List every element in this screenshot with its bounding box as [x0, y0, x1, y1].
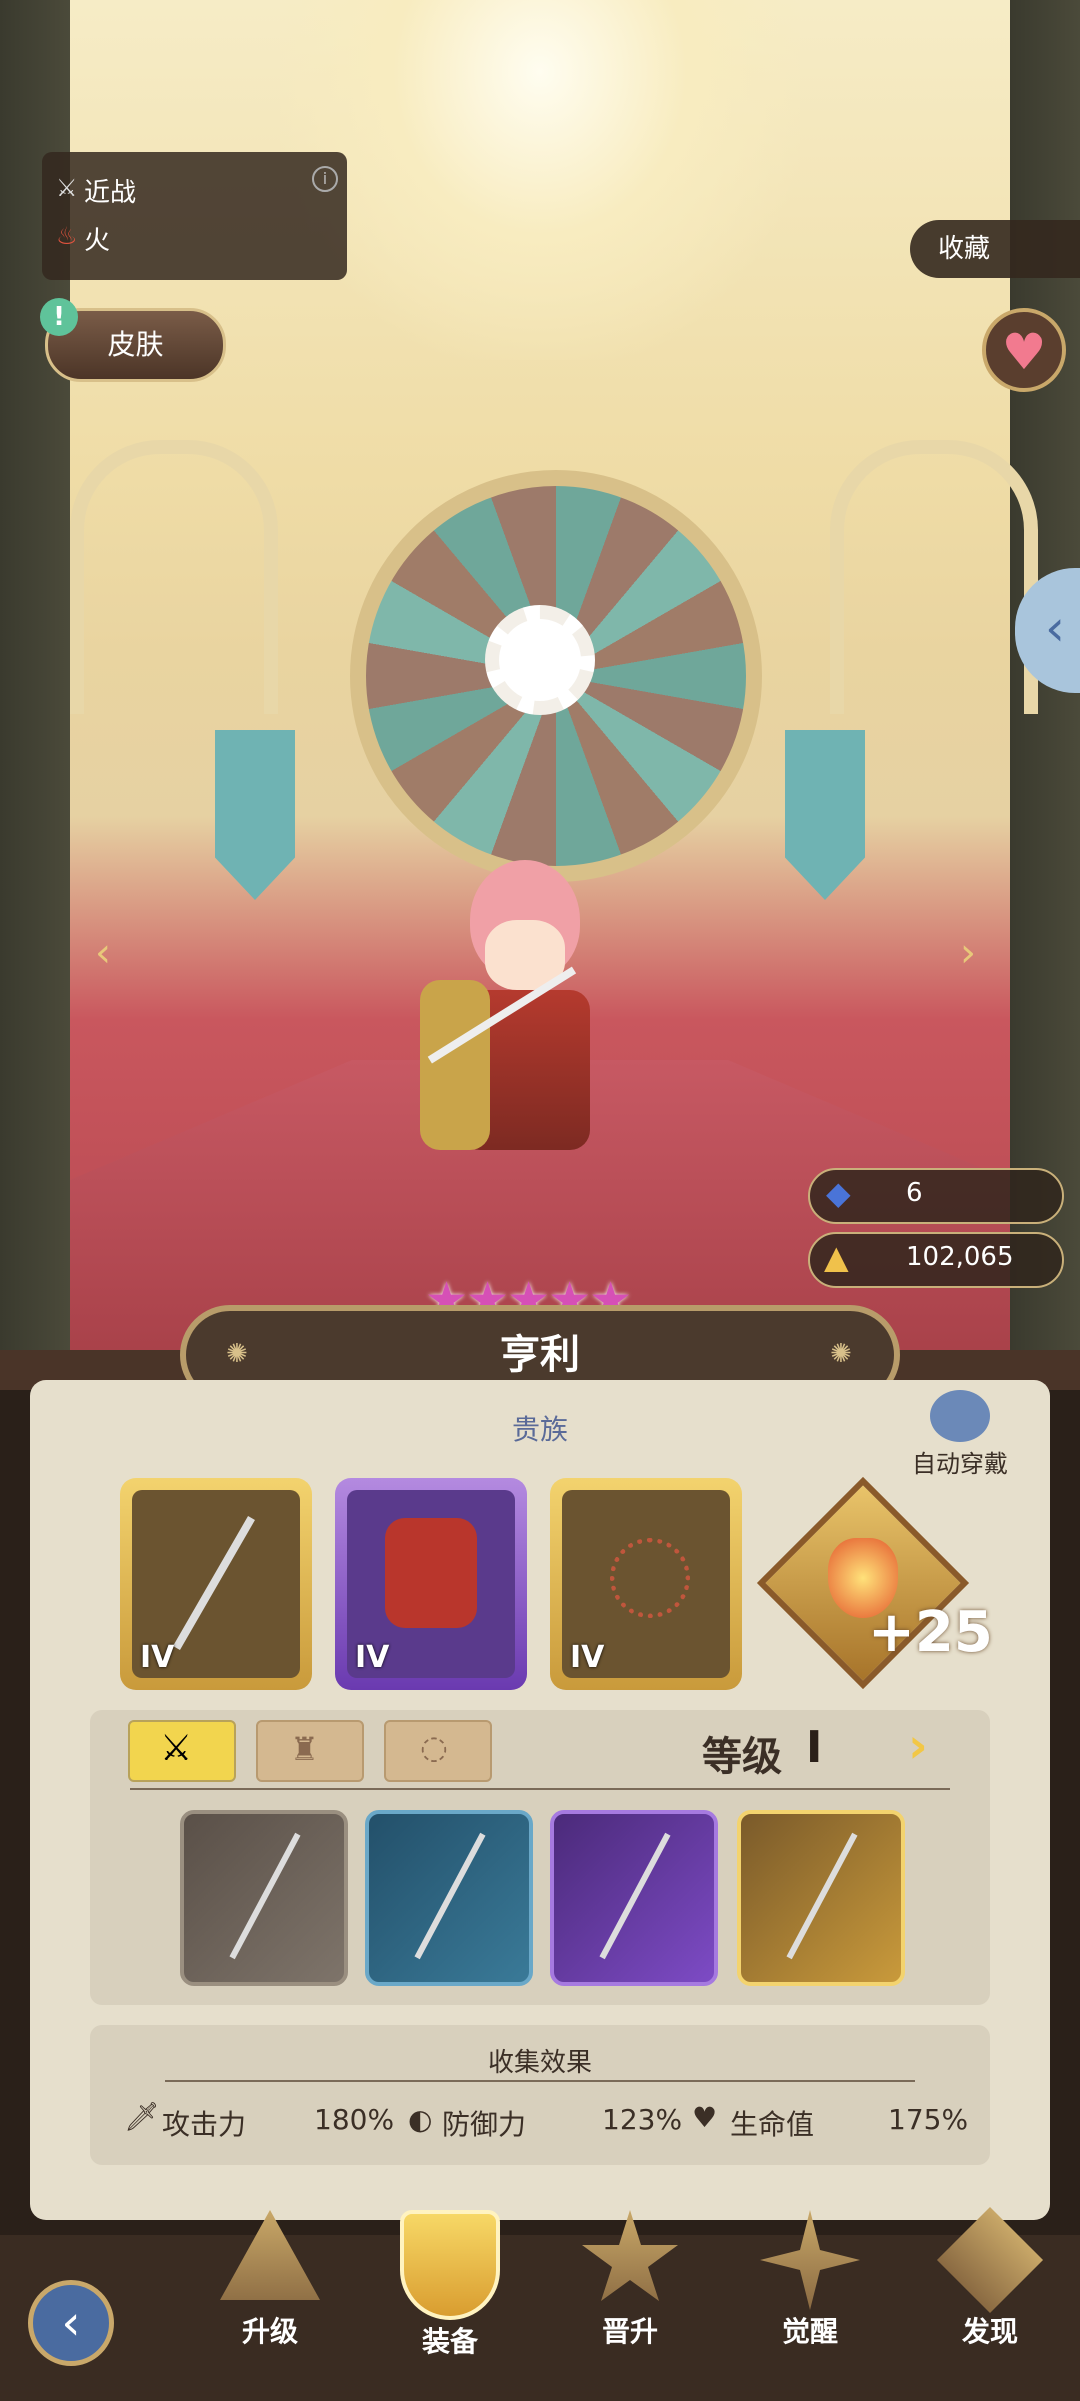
sword-variant-blue[interactable] [365, 1810, 533, 1986]
sword-icon: 🗡 [124, 2100, 160, 2133]
tier-label: IV [140, 1640, 175, 1675]
nav-label: 装备 [421, 2325, 478, 2358]
necklace-icon [610, 1538, 690, 1618]
equip-slot-weapon[interactable]: IV [120, 1478, 312, 1690]
ceiling-light [280, 0, 800, 360]
collection-title: 收集效果 [487, 2048, 592, 2078]
nav-promote[interactable]: 晋升 [555, 2210, 705, 2350]
gem-count: 6 [906, 1178, 923, 1208]
nav-discover[interactable]: 发现 [915, 2206, 1065, 2350]
awaken-icon [760, 2210, 860, 2310]
sword-icon: ⚔ [56, 174, 78, 202]
sword-icon [229, 1832, 301, 1960]
tier-label: IV [355, 1640, 390, 1675]
equip-icon [400, 2210, 500, 2320]
sword-variant-gold[interactable] [737, 1810, 905, 1986]
stat-label: 防御力 [442, 2108, 527, 2141]
auto-equip-button[interactable]: 自动穿戴 [905, 1390, 1015, 1479]
nav-label: 发现 [961, 2315, 1018, 2348]
gear-icon [485, 605, 595, 715]
divider [165, 2080, 915, 2082]
gold-counter: ▲ 102,065 [808, 1232, 1064, 1288]
back-button[interactable]: ‹ [28, 2280, 114, 2366]
hero-sprite[interactable] [420, 860, 620, 1220]
discover-icon [936, 2206, 1044, 2314]
tab-accessory[interactable]: ◌ [384, 1720, 492, 1782]
sword-icon [786, 1832, 858, 1960]
blue-gem-icon: ◆ [826, 1174, 851, 1212]
gear-ornament-icon: ✺ [830, 1339, 852, 1369]
tier-label: IV [570, 1640, 605, 1675]
prev-hero-arrow[interactable]: ‹ [95, 930, 111, 976]
nav-label: 晋升 [601, 2315, 658, 2348]
sword-icon [414, 1832, 486, 1960]
right-banner [785, 730, 865, 900]
stat-label: 生命值 [730, 2108, 815, 2141]
nav-label: 觉醒 [781, 2315, 838, 2348]
next-hero-arrow[interactable]: › [960, 930, 976, 976]
gold-pile-icon: ▲ [824, 1238, 849, 1276]
collect-button[interactable]: 收藏 [910, 220, 1080, 278]
info-icon[interactable]: i [312, 166, 338, 192]
sword-icon [599, 1832, 671, 1960]
stat-value: 175% [888, 2103, 969, 2136]
armor-icon [385, 1518, 477, 1628]
gear-ornament-icon: ✺ [226, 1339, 248, 1369]
sword-variant-gray[interactable] [180, 1810, 348, 1986]
left-banner [215, 730, 295, 900]
necklace-icon: ◌ [420, 1728, 448, 1766]
type-label: 近战 [84, 178, 137, 208]
sword-variant-purple[interactable] [550, 1810, 718, 1986]
nav-label: 升级 [241, 2315, 298, 2348]
collect-label: 收藏 [938, 234, 991, 264]
gear-icon [930, 1390, 990, 1442]
auto-equip-label: 自动穿戴 [912, 1450, 1008, 1478]
heart-icon[interactable]: ♥ [982, 308, 1066, 392]
element-label: 火 [84, 226, 111, 256]
stat-value: 123% [602, 2103, 683, 2136]
right-arch [830, 440, 1038, 714]
crossed-swords-icon: ⚔ [160, 1728, 193, 1769]
stat-value: 180% [314, 2103, 395, 2136]
left-arch [70, 440, 278, 714]
stat-label: 攻击力 [162, 2108, 247, 2141]
gem-counter: ◆ 6 [808, 1168, 1064, 1224]
level-value: I [806, 1722, 823, 1773]
equip-slot-accessory[interactable]: IV [550, 1478, 742, 1690]
nav-awaken[interactable]: 觉醒 [735, 2210, 885, 2350]
promote-icon [582, 2210, 678, 2301]
level-label: 等级 [702, 1734, 782, 1780]
alert-icon: ! [40, 298, 78, 336]
equip-slot-emblem[interactable]: +25 [756, 1476, 993, 1690]
tab-weapon[interactable]: ⚔ [128, 1720, 236, 1782]
skin-label: 皮肤 [107, 328, 164, 361]
gold-count: 102,065 [906, 1242, 1014, 1272]
armor-icon: ♜ [290, 1730, 319, 1768]
emblem-bonus: +25 [868, 1600, 993, 1665]
upgrade-icon [220, 2210, 320, 2300]
heart-icon: ♥ [692, 2101, 718, 2134]
hero-info-panel: ⚔ 近战 ♨ 火 i [42, 152, 347, 280]
divider [130, 1788, 950, 1790]
shield-icon: ◐ [408, 2103, 433, 2136]
equip-slot-armor[interactable]: IV [335, 1478, 527, 1690]
back-arrow-icon: ‹ [61, 2295, 81, 2351]
tab-armor[interactable]: ♜ [256, 1720, 364, 1782]
nav-upgrade[interactable]: 升级 [195, 2210, 345, 2350]
next-level-arrow-icon[interactable]: › [908, 1718, 928, 1774]
fire-icon: ♨ [56, 222, 78, 250]
nav-equip[interactable]: 装备 [375, 2210, 525, 2360]
